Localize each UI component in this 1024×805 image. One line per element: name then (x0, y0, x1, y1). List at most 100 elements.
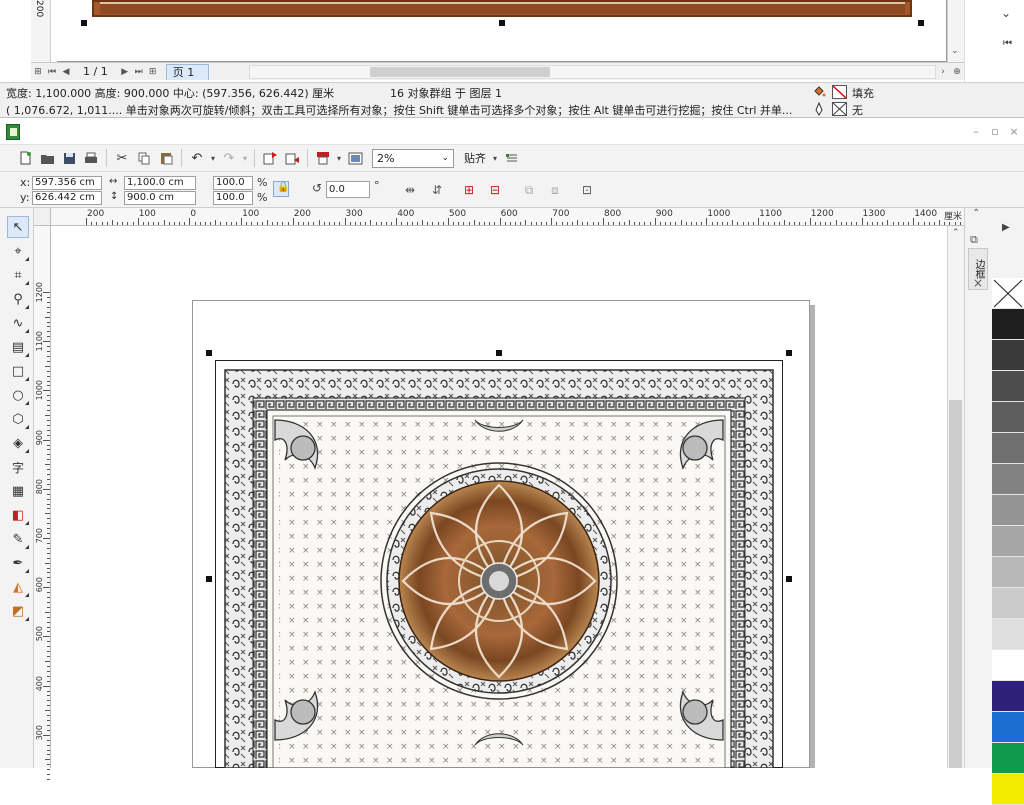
redo-dropdown-icon[interactable]: ▾ (240, 154, 250, 163)
docker-options-icon[interactable]: ⧉ (970, 233, 978, 247)
horizontal-scroll-thumb[interactable] (370, 66, 551, 77)
color-swatch[interactable] (992, 402, 1024, 433)
group-icon[interactable]: ⊞ (460, 181, 478, 199)
palette-scroll-icon[interactable]: ▶ (1002, 222, 1010, 233)
color-swatch[interactable] (992, 464, 1024, 495)
selection-handle[interactable] (496, 350, 502, 356)
color-swatch[interactable] (992, 309, 1024, 340)
background-horizontal-scrollbar[interactable] (249, 64, 936, 79)
carpet-artwork[interactable]: × (215, 360, 783, 768)
horizontal-ruler[interactable]: 200 100 0 100 200 300 400 500 600 700 800 900 1000 11… (51, 208, 964, 226)
table-tool[interactable]: ▦ (7, 480, 29, 502)
selection-handle[interactable] (918, 20, 924, 26)
ellipse-tool[interactable]: ○ (7, 384, 29, 406)
paste-icon[interactable] (155, 147, 177, 169)
color-swatch[interactable] (992, 495, 1024, 526)
save-icon[interactable] (58, 147, 80, 169)
break-apart-icon[interactable]: ⧈ (546, 181, 564, 199)
selection-handle[interactable] (786, 350, 792, 356)
scroll-down-icon[interactable]: ⌄ (951, 46, 959, 56)
color-swatch[interactable] (992, 743, 1024, 774)
restore-icon[interactable]: ▫ (987, 124, 1003, 140)
color-swatch[interactable] (992, 712, 1024, 743)
color-swatch[interactable] (992, 526, 1024, 557)
next-page-icon[interactable]: ▶ (118, 65, 132, 79)
polygon-tool[interactable]: ⬡ (7, 408, 29, 430)
blend-tool[interactable]: ◧ (7, 504, 29, 526)
background-vertical-scrollbar[interactable]: ⌄ (947, 0, 964, 62)
lock-ratio-button[interactable]: 🔒 (273, 181, 289, 197)
combine-icon[interactable]: ⧉ (520, 181, 538, 199)
undo-dropdown-icon[interactable]: ▾ (208, 154, 218, 163)
export-icon[interactable] (281, 147, 303, 169)
outline-swatch[interactable] (832, 102, 847, 116)
text-tool[interactable]: 字 (7, 456, 29, 478)
height-field[interactable]: 900.0 cm (124, 191, 196, 205)
last-page-icon[interactable]: ⏭ (132, 65, 146, 79)
y-position-field[interactable]: 626.442 cm (32, 191, 102, 205)
color-swatch[interactable] (992, 557, 1024, 588)
to-front-icon[interactable]: ⊡ (578, 181, 596, 199)
scroll-right-icon[interactable]: › (936, 65, 950, 79)
undo-icon[interactable]: ↶ (186, 147, 208, 169)
page-tab[interactable]: 页 1 (165, 63, 210, 80)
basic-shapes-tool[interactable]: ◈ (7, 432, 29, 454)
no-color-swatch[interactable] (992, 278, 1024, 309)
mirror-vertical-icon[interactable]: ⇵ (428, 181, 446, 199)
rotation-angle-field[interactable]: 0.0 (326, 181, 370, 198)
copy-icon[interactable] (133, 147, 155, 169)
selection-handle[interactable] (206, 576, 212, 582)
skip-start-icon[interactable]: ⏮ (1003, 38, 1012, 49)
selection-handle[interactable] (206, 350, 212, 356)
interactive-fill-tool[interactable]: ◩ (7, 600, 29, 622)
zoom-icon[interactable]: ⊕ (950, 65, 964, 79)
scroll-up-icon[interactable]: ⌃ (952, 228, 960, 238)
print-icon[interactable] (80, 147, 102, 169)
mirror-horizontal-icon[interactable]: ⇹ (401, 181, 419, 199)
color-swatch[interactable] (992, 340, 1024, 371)
color-swatch[interactable] (992, 588, 1024, 619)
add-page-icon[interactable]: ⊞ (146, 65, 160, 79)
scale-width-field[interactable]: 100.0 (213, 176, 253, 190)
zoom-tool[interactable]: ⚲ (7, 288, 29, 310)
freehand-tool[interactable]: ∿ (7, 312, 29, 334)
options-icon[interactable] (500, 147, 522, 169)
shape-tool[interactable]: ⌖ (7, 240, 29, 262)
new-document-icon[interactable] (14, 147, 36, 169)
cut-icon[interactable]: ✂ (111, 147, 133, 169)
width-field[interactable]: 1,100.0 cm (124, 176, 196, 190)
page-options-icon[interactable]: ⊞ (31, 65, 45, 79)
color-swatch[interactable] (992, 681, 1024, 712)
import-icon[interactable] (259, 147, 281, 169)
snap-to-menu[interactable]: 贴齐 (464, 150, 486, 166)
ruler-origin[interactable] (34, 208, 51, 226)
publish-dropdown-icon[interactable]: ▾ (334, 154, 344, 163)
open-folder-icon[interactable] (36, 147, 58, 169)
first-page-icon[interactable]: ⏮ (45, 65, 59, 79)
minimize-icon[interactable]: – (968, 124, 984, 140)
previous-page-icon[interactable]: ◀ (59, 65, 73, 79)
fill-tool[interactable]: ◭ (7, 576, 29, 598)
x-position-field[interactable]: 597.356 cm (32, 176, 102, 190)
eyedropper-tool[interactable]: ✎ (7, 528, 29, 550)
fill-swatch[interactable] (832, 85, 847, 99)
close-icon[interactable]: × (969, 276, 987, 292)
rectangle-tool[interactable]: □ (7, 360, 29, 382)
snap-dropdown-icon[interactable]: ▾ (490, 154, 500, 163)
outline-tool[interactable]: ✒ (7, 552, 29, 574)
full-screen-preview-icon[interactable] (344, 147, 366, 169)
scroll-up-icon[interactable]: ⌃ (972, 208, 980, 219)
pick-tool[interactable]: ↖ (7, 216, 29, 238)
close-icon[interactable]: × (1006, 124, 1022, 140)
smart-fill-tool[interactable]: ▤ (7, 336, 29, 358)
color-swatch[interactable] (992, 619, 1024, 650)
vertical-scroll-thumb[interactable] (949, 400, 962, 768)
zoom-level-select[interactable]: 2% ⌄ (372, 148, 454, 168)
publish-pdf-icon[interactable] (312, 147, 334, 169)
selection-handle[interactable] (786, 576, 792, 582)
selection-handle[interactable] (499, 20, 505, 26)
selection-handle[interactable] (81, 20, 87, 26)
ungroup-icon[interactable]: ⊟ (486, 181, 504, 199)
vertical-ruler[interactable]: 1200 1100 1000 900 800 700 600 500 400 300 (34, 226, 51, 781)
chevron-down-icon[interactable]: ⌄ (1001, 6, 1011, 20)
